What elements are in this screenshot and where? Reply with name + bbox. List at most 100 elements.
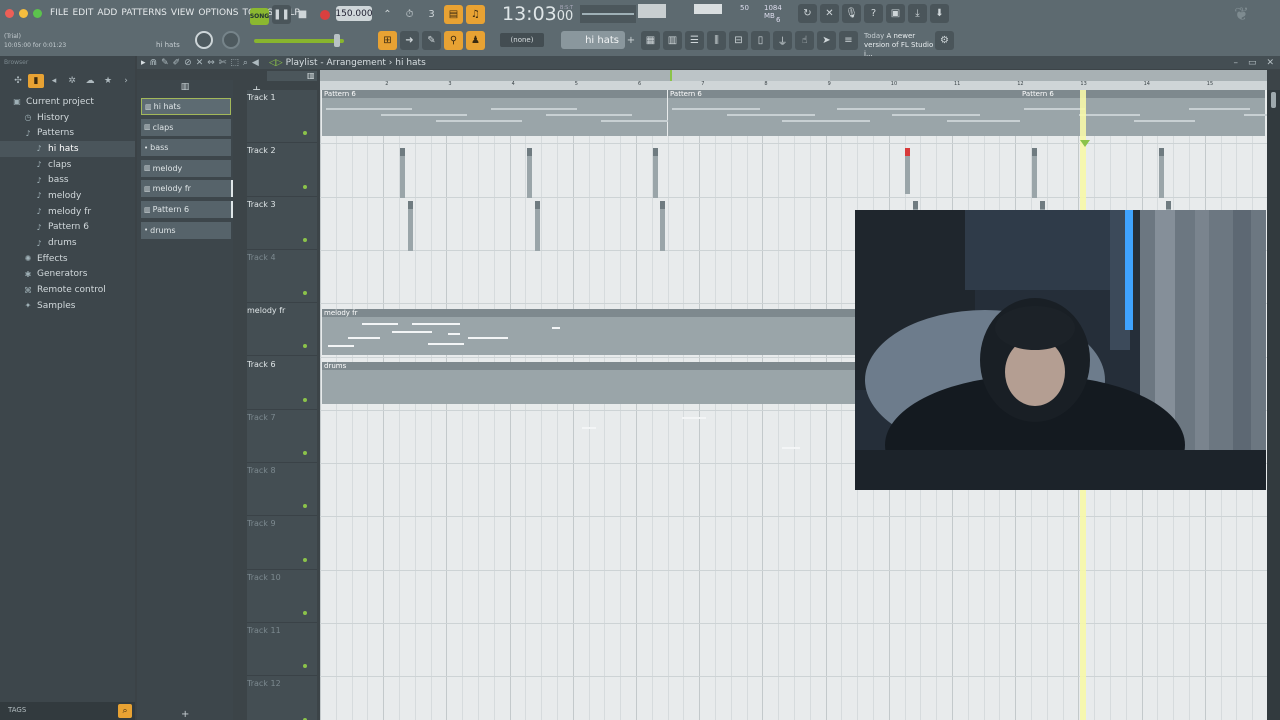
mixer-view-button[interactable]: ⫼ <box>707 31 726 50</box>
track-mute-led[interactable] <box>303 664 307 669</box>
microphone-button[interactable]: 🎙 <box>842 4 861 23</box>
news-panel[interactable]: Today A newer version of FL Studio i... <box>864 32 934 59</box>
mute-tool-icon[interactable]: ✕ <box>196 58 204 68</box>
browser-item[interactable]: ✦ Samples <box>0 298 135 314</box>
track-header[interactable]: Track 1 <box>247 90 317 144</box>
minimize-window-icon[interactable] <box>19 9 28 18</box>
track-header[interactable]: melody fr <box>247 303 317 357</box>
paint-tool-button[interactable]: ✎ <box>422 31 441 50</box>
close-window-icon[interactable] <box>5 9 14 18</box>
playlist-menu-arrow-icon[interactable]: ▸ <box>141 58 146 68</box>
pattern-clip[interactable]: Pattern 6 <box>668 90 1035 136</box>
maximize-window-icon[interactable] <box>33 9 42 18</box>
touch-button[interactable]: ☝ <box>795 31 814 50</box>
browser-item[interactable]: ◷ History <box>0 110 135 126</box>
countdown-button[interactable]: 3 <box>422 5 441 24</box>
browser-collapse-icon[interactable]: ✣ <box>10 74 26 88</box>
menu-edit[interactable]: EDIT <box>73 8 94 18</box>
stamp-tool-button[interactable]: ♟ <box>466 31 485 50</box>
tempo-display[interactable]: 150.000 <box>335 6 373 21</box>
browser-more-icon[interactable]: › <box>118 74 134 88</box>
play-button[interactable]: ❚❚ <box>272 5 291 24</box>
browser-item[interactable]: ▣ Current project <box>0 94 135 110</box>
close-icon[interactable]: ✕ <box>1266 58 1274 68</box>
menu-file[interactable]: FILE <box>50 8 69 18</box>
master-volume-slider[interactable] <box>254 39 344 43</box>
track-mute-led[interactable] <box>303 451 307 456</box>
pattern-item[interactable]: ▥ hi hats <box>141 98 231 115</box>
browser-item[interactable]: ♪ melody fr <box>0 204 135 220</box>
blend-notes-button[interactable]: ♫ <box>466 5 485 24</box>
step-edit-button[interactable]: ▤ <box>444 5 463 24</box>
track-header[interactable]: Track 10 <box>247 570 317 623</box>
add-track-button[interactable]: + <box>181 709 189 720</box>
track-mute-led[interactable] <box>303 131 307 136</box>
picker-icon[interactable]: ▥ <box>181 82 190 92</box>
track-mute-led[interactable] <box>303 344 307 349</box>
clap-clip[interactable] <box>408 201 413 251</box>
master-volume-knob[interactable] <box>195 31 213 49</box>
paint-brush-icon[interactable]: ✐ <box>173 58 181 68</box>
select-tool-icon[interactable]: ⬚ <box>230 58 239 68</box>
draw-tool-icon[interactable]: ✎ <box>161 58 169 68</box>
browser-item[interactable]: ✱ Generators <box>0 267 135 283</box>
track-mute-led[interactable] <box>303 184 307 189</box>
pattern-item[interactable]: • drums <box>141 221 231 239</box>
channel-rack-button[interactable]: ☰ <box>685 31 704 50</box>
browser-cloud-icon[interactable]: ☁ <box>82 74 98 88</box>
send-button[interactable]: ➤ <box>817 31 836 50</box>
metronome-button[interactable]: ⌃ <box>378 5 397 24</box>
track-header[interactable]: Track 12 <box>247 676 317 720</box>
snap-button[interactable]: ⊞ <box>378 31 397 50</box>
pattern-item[interactable]: ▥ melody fr <box>141 180 233 198</box>
browser-item[interactable]: ♪ hi hats <box>0 141 135 157</box>
plugin-button[interactable]: ⏚ <box>773 31 792 50</box>
menu-view[interactable]: VIEW <box>171 8 194 18</box>
track-mute-led[interactable] <box>303 397 307 402</box>
playback-tool-icon[interactable]: ◀ <box>252 58 259 68</box>
track-header[interactable]: Track 3 <box>247 197 317 250</box>
timeline-scroll[interactable] <box>320 70 1267 81</box>
download-button[interactable]: ⬇ <box>930 4 949 23</box>
browser-star-icon[interactable]: ★ <box>100 74 116 88</box>
browser-button[interactable]: ⊟ <box>729 31 748 50</box>
arrow-tool-button[interactable]: ➜ <box>400 31 419 50</box>
save-button[interactable]: ▣ <box>886 4 905 23</box>
menu-add[interactable]: ADD <box>97 8 117 18</box>
pattern-item[interactable]: ▥ Pattern 6 <box>141 201 233 218</box>
news-settings-button[interactable]: ⚙ <box>935 31 954 50</box>
hihat-clip[interactable] <box>527 148 532 198</box>
hihat-clip[interactable] <box>1032 148 1037 198</box>
hihat-clip[interactable] <box>653 148 658 198</box>
track-mute-led[interactable] <box>303 504 307 509</box>
browser-item[interactable]: ♪ Patterns <box>0 125 135 141</box>
pattern-item[interactable]: • bass <box>141 139 231 157</box>
slip-tool-icon[interactable]: ⇔ <box>207 58 215 68</box>
browser-item[interactable]: ♪ Pattern 6 <box>0 220 135 236</box>
browser-item[interactable]: ♪ bass <box>0 172 135 188</box>
piano-roll-button[interactable]: ▥ <box>663 31 682 50</box>
slice-tool-icon[interactable]: ✄ <box>219 58 227 68</box>
track-header[interactable]: Track 8 <box>247 463 317 517</box>
stop-button[interactable]: ■ <box>293 5 312 24</box>
browser-item[interactable]: ♪ claps <box>0 157 135 173</box>
pattern-clip[interactable]: Pattern 6 <box>322 90 688 136</box>
pattern-selector[interactable]: hi hats <box>561 31 625 49</box>
link-tool-button[interactable]: ⚲ <box>444 31 463 50</box>
undo-history-button[interactable]: ↻ <box>798 4 817 23</box>
menu-patterns[interactable]: PATTERNS <box>121 8 167 18</box>
track-mute-led[interactable] <box>303 557 307 562</box>
pattern-none-selector[interactable]: (none) <box>500 33 544 47</box>
pattern-clip[interactable]: Pattern 6 <box>1020 90 1267 136</box>
track-mute-led[interactable] <box>303 610 307 615</box>
minimize-icon[interactable]: – <box>1233 58 1238 68</box>
playhead-marker[interactable] <box>1080 140 1090 147</box>
help-button[interactable]: ? <box>864 4 883 23</box>
track-header[interactable]: Track 4 <box>247 250 317 304</box>
clap-clip[interactable] <box>535 201 540 251</box>
track-header[interactable]: Track 2 <box>247 143 317 197</box>
maximize-icon[interactable]: ▭ <box>1248 58 1257 68</box>
pattern-item[interactable]: ▥ melody <box>141 159 231 177</box>
track-mute-led[interactable] <box>303 237 307 242</box>
tags-bar[interactable]: TAGS <box>0 702 135 720</box>
